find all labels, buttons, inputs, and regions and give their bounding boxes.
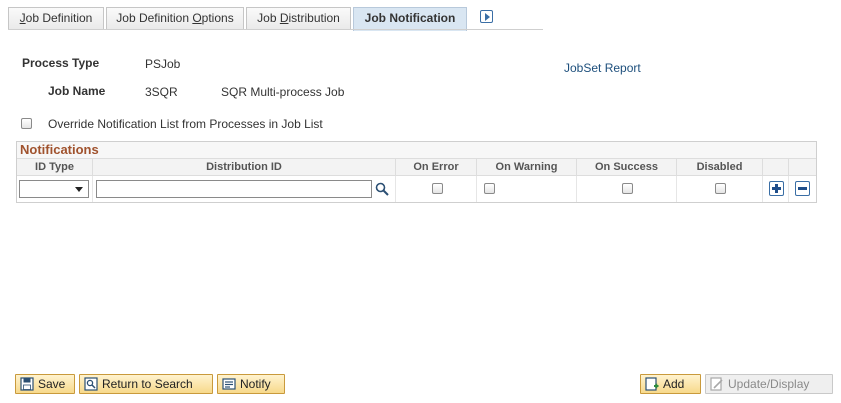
notify-button-label: Notify (240, 377, 271, 391)
add-row-cell (763, 176, 789, 202)
notifications-grid-title: Notifications (17, 142, 816, 158)
return-search-icon (84, 377, 98, 391)
jobset-report-link[interactable]: JobSet Report (564, 61, 641, 75)
add-button-label: Add (663, 377, 685, 391)
distribution-id-cell (93, 176, 396, 202)
process-type-label: Process Type (22, 56, 100, 70)
process-type-value: PSJob (145, 57, 181, 71)
return-to-search-label: Return to Search (102, 377, 193, 391)
lookup-search-icon[interactable] (375, 182, 389, 196)
tab-divider (8, 29, 543, 30)
col-on-error: On Error (396, 159, 477, 176)
delete-row-minus-icon[interactable] (795, 181, 810, 196)
on-warning-checkbox[interactable] (484, 183, 495, 194)
on-error-checkbox[interactable] (432, 183, 443, 194)
update-display-icon (710, 377, 723, 391)
on-error-cell (396, 176, 477, 202)
job-name-label: Job Name (48, 84, 106, 98)
col-id-type: ID Type (17, 159, 93, 176)
override-notification-checkbox[interactable] (21, 118, 32, 129)
add-document-icon (645, 377, 659, 391)
col-add (763, 159, 789, 176)
job-description: SQR Multi-process Job (221, 85, 345, 99)
id-type-select[interactable] (19, 180, 89, 198)
notify-button[interactable]: Notify (217, 374, 285, 394)
col-on-warning: On Warning (477, 159, 577, 176)
disabled-checkbox[interactable] (715, 183, 726, 194)
add-button[interactable]: Add (640, 374, 701, 394)
save-button[interactable]: Save (15, 374, 75, 394)
on-success-checkbox[interactable] (622, 183, 633, 194)
tab-job-definition-options[interactable]: Job Definition Options (106, 7, 244, 30)
tab-job-distribution[interactable]: Job Distribution (246, 7, 351, 30)
tab-bar: Job Definition Job Definition Options Jo… (8, 7, 543, 31)
chevron-down-icon (75, 187, 83, 192)
override-notification-label: Override Notification List from Processe… (48, 117, 323, 131)
next-tab-arrow-icon[interactable] (480, 10, 493, 23)
add-row-plus-icon[interactable] (769, 181, 784, 196)
delete-row-cell (789, 176, 816, 202)
notifications-grid-header: ID Type Distribution ID On Error On Warn… (17, 158, 816, 176)
return-to-search-button[interactable]: Return to Search (79, 374, 213, 394)
col-distribution-id: Distribution ID (93, 159, 396, 176)
notifications-grid: Notifications ID Type Distribution ID On… (16, 141, 817, 203)
id-type-cell (17, 176, 93, 202)
col-delete (789, 159, 816, 176)
on-success-cell (577, 176, 677, 202)
floppy-disk-icon (20, 377, 34, 391)
tab-job-notification[interactable]: Job Notification (353, 7, 467, 31)
update-display-label: Update/Display (728, 377, 810, 391)
notify-icon (222, 378, 236, 390)
col-on-success: On Success (577, 159, 677, 176)
on-warning-cell (477, 176, 577, 202)
job-name-value: 3SQR (145, 85, 178, 99)
tab-job-definition[interactable]: Job Definition (8, 7, 104, 30)
disabled-cell (677, 176, 763, 202)
distribution-id-input[interactable] (96, 180, 372, 198)
update-display-button[interactable]: Update/Display (705, 374, 833, 394)
col-disabled: Disabled (677, 159, 763, 176)
save-button-label: Save (38, 377, 66, 391)
